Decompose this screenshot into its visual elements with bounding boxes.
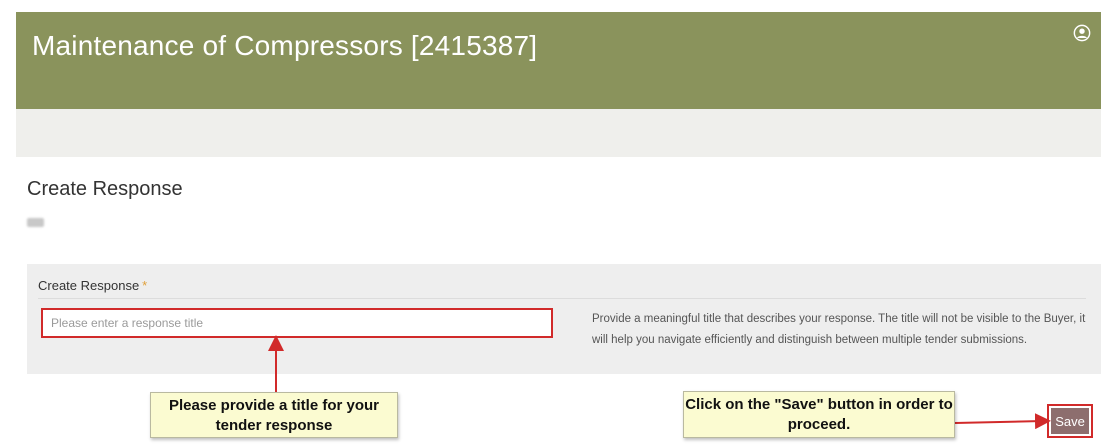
save-button[interactable]: Save	[1051, 408, 1089, 434]
annotation-arrows	[268, 335, 1051, 430]
arrow-to-save	[954, 413, 1051, 430]
callout-save-hint: Click on the "Save" button in order to p…	[683, 391, 955, 438]
callout-title-hint: Please provide a title for your tender r…	[150, 392, 398, 438]
save-button-highlight: Save	[1047, 404, 1093, 438]
